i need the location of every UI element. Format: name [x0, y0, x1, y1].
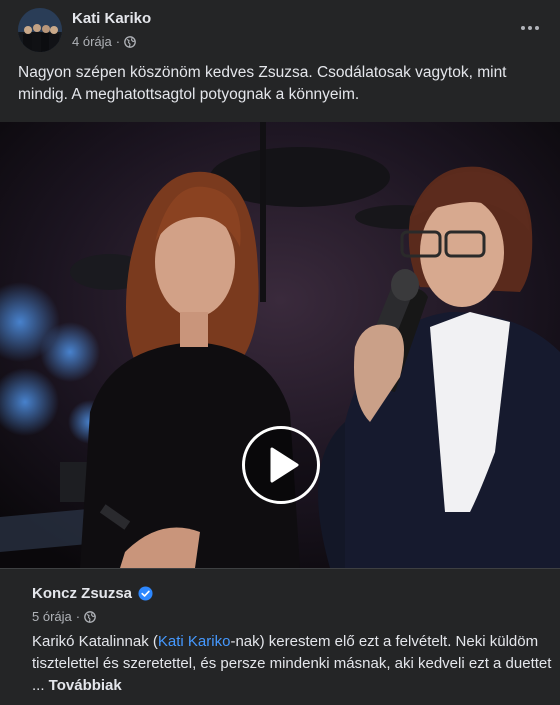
- play-button[interactable]: [242, 426, 320, 504]
- shared-meta: 5 órája ·: [32, 609, 96, 624]
- post-meta: 4 órája ·: [72, 34, 136, 49]
- more-options-button[interactable]: [516, 16, 544, 40]
- meta-separator: ·: [75, 609, 81, 624]
- video-player[interactable]: [0, 122, 560, 568]
- globe-icon[interactable]: [124, 35, 136, 48]
- shared-post-text: Karikó Katalinnak (Kati Kariko-nak) kere…: [32, 631, 552, 697]
- post-author-name[interactable]: Kati Kariko: [72, 10, 151, 27]
- shared-author: Koncz Zsuzsa: [32, 585, 153, 602]
- shared-author-name[interactable]: Koncz Zsuzsa: [32, 585, 132, 602]
- avatar-image: [18, 8, 62, 52]
- post-header: Kati Kariko 4 órája ·: [0, 0, 560, 62]
- play-icon: [270, 447, 299, 483]
- more-dots-icon: [521, 26, 539, 30]
- meta-separator: ·: [115, 34, 121, 49]
- mention-link[interactable]: Kati Kariko: [158, 633, 231, 650]
- shared-post-time[interactable]: 5 órája: [32, 609, 72, 624]
- shared-text-start: Karikó Katalinnak (: [32, 633, 158, 650]
- avatar[interactable]: [18, 8, 62, 52]
- post-time[interactable]: 4 órája: [72, 34, 112, 49]
- see-more-link[interactable]: Továbbiak: [49, 677, 122, 694]
- globe-icon[interactable]: [84, 610, 96, 623]
- post-card: Kati Kariko 4 órája · Nagyon szépen kösz…: [0, 0, 560, 705]
- verified-badge-icon: [138, 586, 153, 601]
- shared-post: Koncz Zsuzsa 5 órája · Karikó Katalinnak…: [0, 568, 560, 705]
- post-text: Nagyon szépen köszönöm kedves Zsuzsa. Cs…: [18, 64, 507, 103]
